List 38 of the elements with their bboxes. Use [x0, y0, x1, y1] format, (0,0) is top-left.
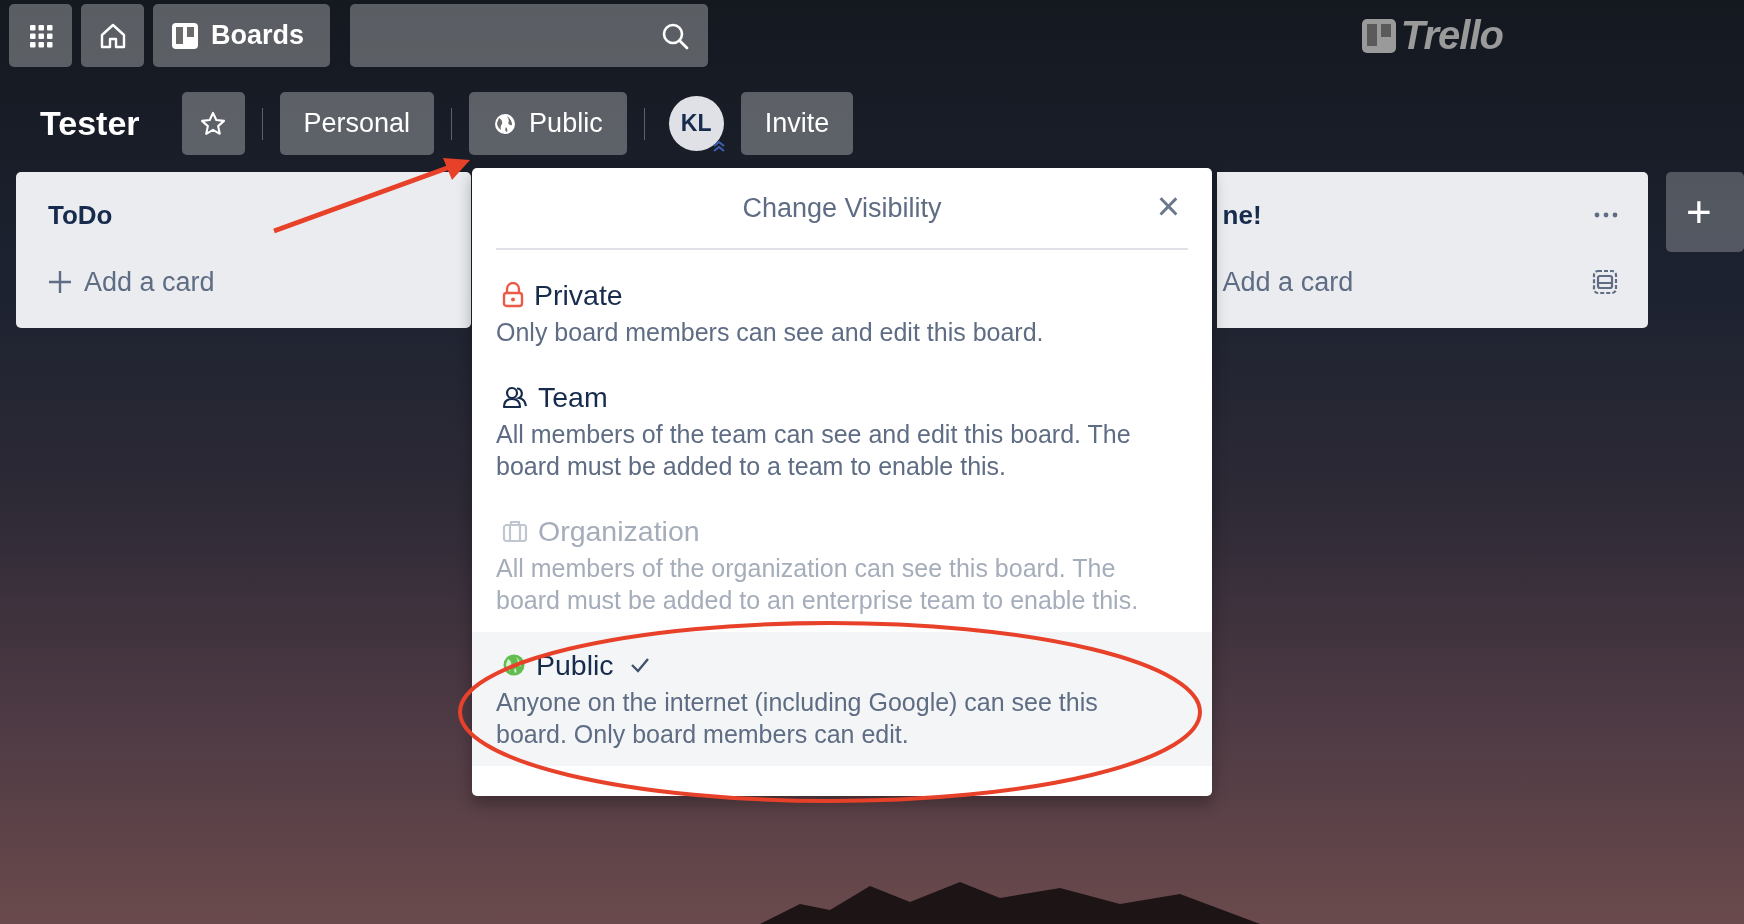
- visibility-option[interactable]: Private Only board members can see and edit this board.: [472, 262, 1212, 364]
- lock-icon: [502, 282, 524, 308]
- apps-menu-icon[interactable]: [9, 4, 72, 67]
- board-icon: [171, 21, 199, 50]
- admin-badge-icon: [711, 139, 726, 153]
- option-description: Anyone on the internet (including Google) can see this board. Only board members can edit.: [496, 687, 1099, 750]
- visibility-option[interactable]: Public Anyone on the internet (including Google) can see this board. Only board members can edit.: [472, 632, 1212, 766]
- list-title[interactable]: ToDo: [48, 199, 113, 231]
- option-title: Organization: [538, 514, 700, 548]
- briefcase-icon: [502, 519, 528, 543]
- boards-button[interactable]: Boards: [153, 4, 331, 67]
- board-title[interactable]: Tester: [40, 104, 140, 143]
- close-button[interactable]: ×: [1156, 186, 1180, 226]
- add-card-button[interactable]: Add a card: [48, 266, 215, 298]
- option-description: Only board members can see and edit this board.: [496, 317, 1045, 348]
- check-icon: [629, 657, 650, 673]
- more-icon[interactable]: [1594, 212, 1619, 218]
- option-description: All members of the organization can see this board. The board must be added to an enterprise team to enable this.: [496, 553, 1140, 616]
- people-icon: [502, 385, 528, 409]
- search-field[interactable]: [350, 4, 709, 67]
- home-icon[interactable]: [81, 4, 144, 67]
- option-title: Team: [538, 380, 608, 414]
- invite-button[interactable]: Invite: [740, 92, 854, 155]
- option-description: All members of the team can see and edit this board. The board must be added to a team to enable this.: [496, 419, 1132, 482]
- option-title: Public: [536, 648, 614, 682]
- template-icon[interactable]: [1592, 269, 1619, 295]
- option-title: Private: [534, 278, 623, 312]
- globe-icon: [502, 653, 526, 677]
- add-list-button[interactable]: +: [1666, 172, 1744, 252]
- logo-wordmark: Trello: [1400, 13, 1503, 58]
- list-title[interactable]: ne!: [1222, 199, 1262, 231]
- popover-title: Change Visibility: [742, 192, 942, 224]
- plus-icon: [48, 270, 72, 294]
- globe-icon: [493, 111, 518, 136]
- visibility-button[interactable]: Public: [469, 92, 627, 155]
- team-button[interactable]: Personal: [279, 92, 435, 155]
- add-card-button[interactable]: Add a card: [1222, 266, 1354, 298]
- visibility-option[interactable]: Team All members of the team can see and edit this board. The board must be added to a team to enable this.: [472, 364, 1212, 498]
